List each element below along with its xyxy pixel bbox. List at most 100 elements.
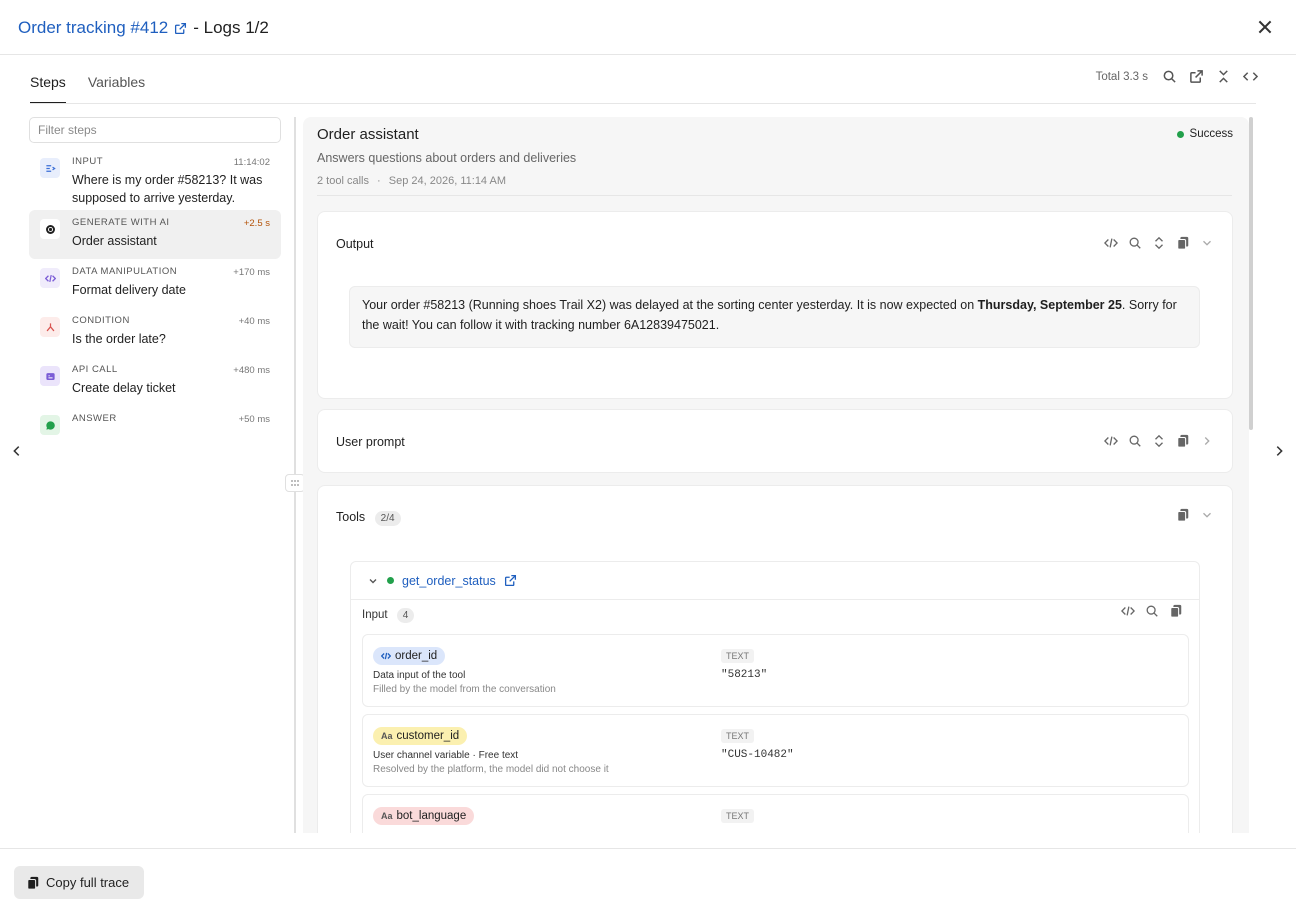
expand-icon[interactable]: [1152, 434, 1166, 448]
copy-icon[interactable]: [1176, 236, 1190, 250]
search-icon[interactable]: [1128, 434, 1142, 448]
header-divider: [317, 195, 1232, 196]
tabs-divider: [30, 103, 1256, 104]
code-view-icon[interactable]: [1104, 434, 1118, 448]
status-label: Success: [1189, 128, 1233, 140]
step-detail-panel: Order assistant Answers questions about …: [303, 117, 1249, 833]
chevron-right-icon[interactable]: [1272, 444, 1286, 458]
node-title: Order assistant: [317, 126, 419, 143]
detail-scrollbar[interactable]: [1249, 117, 1253, 430]
output-actions: [1104, 236, 1214, 250]
total-duration: Total 3.3 s: [1095, 70, 1148, 83]
chevron-left-icon[interactable]: [10, 444, 24, 458]
chevron-right-icon[interactable]: [1200, 434, 1214, 448]
step-data-manipulation[interactable]: DATA MANIPULATION +170 ms Format deliver…: [29, 259, 281, 308]
copy-button-label: Copy full trace: [46, 875, 130, 890]
param-value: "58213": [721, 669, 768, 681]
param-row: Aa customer_id User channel variable · F…: [362, 714, 1189, 787]
tools-title[interactable]: Tools 2/4: [336, 510, 401, 526]
status-dot: [1176, 130, 1184, 138]
search-icon[interactable]: [1145, 604, 1159, 618]
text-type-icon: Aa: [381, 731, 393, 741]
step-time: +50 ms: [238, 414, 270, 425]
log-counter: - Logs 1/2: [193, 18, 269, 37]
chevron-down-icon[interactable]: [1200, 508, 1214, 522]
ai-icon: [40, 219, 60, 239]
chevron-down-icon[interactable]: [367, 575, 379, 587]
step-generate-with-ai[interactable]: GENERATE WITH AI +2.5 s Order assistant: [29, 210, 281, 259]
drag-handle-icon[interactable]: [285, 474, 305, 492]
flow-title-link[interactable]: Order tracking #412: [18, 18, 168, 38]
tab-variables[interactable]: Variables: [88, 74, 145, 104]
param-name: customer_id: [396, 730, 460, 742]
step-answer[interactable]: ANSWER +50 ms: [29, 406, 281, 455]
step-label: Where is my order #58213? It was suppose…: [72, 173, 263, 205]
chat-icon: [40, 415, 60, 435]
user-prompt-actions: [1104, 434, 1214, 448]
tools-count-badge: 2/4: [374, 511, 401, 526]
collapse-all-icon[interactable]: [1216, 69, 1231, 84]
external-link-icon[interactable]: [504, 574, 517, 587]
tools-card: Tools 2/4 get_order_status Input 4 order…: [317, 485, 1233, 833]
tool-name-link[interactable]: get_order_status: [402, 574, 496, 588]
search-icon[interactable]: [1162, 69, 1177, 84]
node-date: Sep 24, 2026, 11:14 AM: [388, 175, 506, 187]
meta-separator: ·: [377, 175, 381, 187]
param-description: User channel variable · Free text: [373, 750, 519, 761]
param-subtext: Resolved by the platform, the model did …: [373, 764, 609, 775]
input-count-badge: 4: [396, 608, 415, 623]
tool-status-dot: [387, 577, 394, 584]
step-time: +480 ms: [233, 365, 270, 376]
copy-full-trace-button[interactable]: Copy full trace: [14, 866, 144, 899]
user-prompt-title[interactable]: User prompt: [336, 435, 405, 449]
step-input[interactable]: INPUT 11:14:02 Where is my order #58213?…: [29, 149, 281, 210]
copy-icon[interactable]: [1176, 434, 1190, 448]
tool-calls-count: 2 tool calls: [317, 175, 369, 187]
param-subtext: Filled by the model from the conversatio…: [373, 684, 556, 695]
tools-actions: [1176, 508, 1214, 522]
tool-call: get_order_status Input 4 order_id Data i…: [350, 561, 1200, 833]
node-header: Order assistant Answers questions about …: [317, 126, 576, 187]
code-view-icon[interactable]: [1243, 69, 1258, 84]
status-badge: Success: [1176, 128, 1233, 140]
search-icon[interactable]: [1128, 236, 1142, 250]
open-in-new-icon[interactable]: [1189, 69, 1204, 84]
tool-input-header: Input 4: [362, 608, 415, 623]
node-description: Answers questions about orders and deliv…: [317, 151, 577, 165]
modal-header: Order tracking #412 - Logs 1/2: [0, 0, 1296, 55]
step-condition[interactable]: CONDITION +40 ms Is the order late?: [29, 308, 281, 357]
tab-steps[interactable]: Steps: [30, 74, 66, 104]
steps-pane: INPUT 11:14:02 Where is my order #58213?…: [29, 117, 281, 455]
text-type-icon: Aa: [381, 811, 393, 821]
steps-list: INPUT 11:14:02 Where is my order #58213?…: [29, 149, 281, 455]
step-time: 11:14:02: [233, 157, 270, 168]
param-description: Data input of the tool: [373, 670, 466, 681]
step-time: +2.5 s: [243, 218, 270, 229]
close-icon[interactable]: [1256, 18, 1274, 36]
output-text-part: Your order #58213 (Running shoes Trail X…: [362, 298, 978, 312]
output-title[interactable]: Output: [336, 237, 374, 251]
input-actions: [1121, 604, 1183, 618]
step-type: GENERATE WITH AI: [72, 217, 170, 228]
output-text: Your order #58213 (Running shoes Trail X…: [349, 286, 1200, 348]
expand-icon[interactable]: [1152, 236, 1166, 250]
step-api-call[interactable]: API CALL +480 ms Create delay ticket: [29, 357, 281, 406]
step-time: +40 ms: [238, 316, 270, 327]
param-type: TEXT: [721, 729, 755, 743]
param-name-pill: Aa customer_id: [373, 727, 468, 745]
output-card: Output Your order #58213 (Running shoes …: [317, 211, 1233, 399]
code-view-icon[interactable]: [1121, 604, 1135, 618]
copy-icon: [27, 876, 39, 890]
tab-bar: Steps Variables: [30, 74, 145, 104]
modal-title: Order tracking #412 - Logs 1/2: [18, 18, 269, 38]
external-link-icon[interactable]: [174, 22, 187, 35]
trace-toolbar: Total 3.3 s: [1096, 69, 1258, 84]
param-row: Aa bot_language TEXT: [362, 794, 1189, 833]
tool-call-header[interactable]: get_order_status: [351, 562, 1199, 600]
filter-steps-input[interactable]: [29, 117, 281, 143]
step-label: Is the order late?: [72, 332, 166, 346]
copy-icon[interactable]: [1169, 604, 1183, 618]
code-view-icon[interactable]: [1104, 236, 1118, 250]
copy-icon[interactable]: [1176, 508, 1190, 522]
chevron-down-icon[interactable]: [1200, 236, 1214, 250]
